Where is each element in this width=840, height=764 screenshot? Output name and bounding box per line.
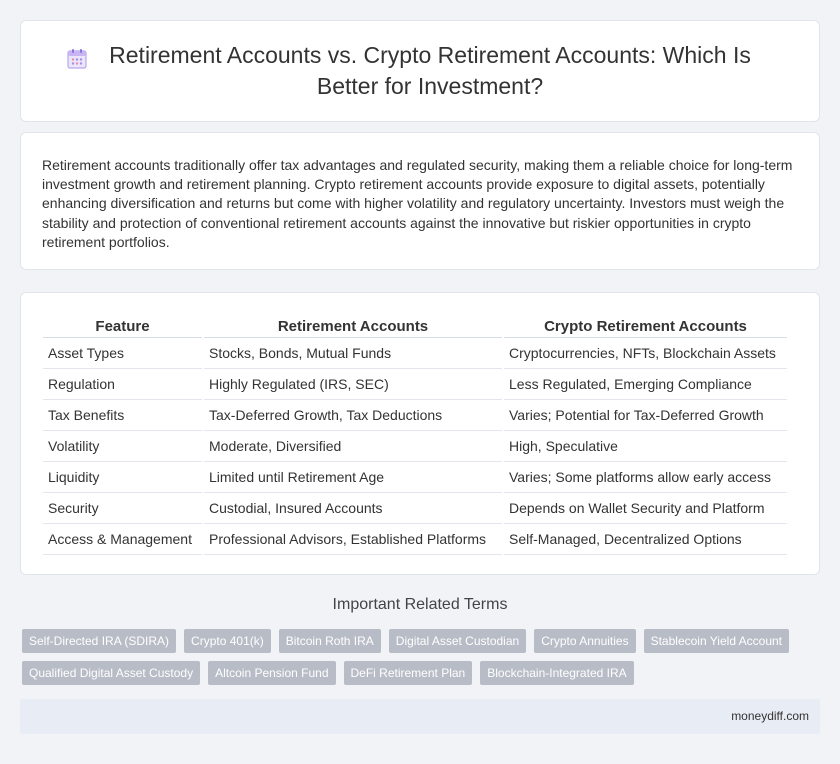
- crypto-cell: Varies; Some platforms allow early acces…: [502, 461, 787, 493]
- crypto-cell: Less Regulated, Emerging Compliance: [502, 368, 787, 400]
- term-tag[interactable]: DeFi Retirement Plan: [343, 661, 473, 685]
- crypto-cell: High, Speculative: [502, 430, 787, 462]
- term-tag[interactable]: Bitcoin Roth IRA: [278, 629, 381, 653]
- intro-card: Retirement accounts traditionally offer …: [20, 132, 820, 270]
- feature-cell: Regulation: [43, 368, 203, 400]
- feature-cell: Volatility: [43, 430, 203, 462]
- footer-bar: moneydiff.com: [20, 699, 820, 734]
- site-credit[interactable]: moneydiff.com: [731, 709, 809, 723]
- crypto-cell: Varies; Potential for Tax-Deferred Growt…: [502, 399, 787, 431]
- header-retirement-accounts: Retirement Accounts: [202, 317, 503, 338]
- term-tag[interactable]: Crypto 401(k): [184, 629, 271, 653]
- table-row: Security Custodial, Insured Accounts Dep…: [43, 492, 787, 524]
- term-tag[interactable]: Altcoin Pension Fund: [208, 661, 336, 685]
- feature-cell: Access & Management: [43, 523, 203, 555]
- term-tag[interactable]: Digital Asset Custodian: [388, 629, 527, 653]
- table-row: Regulation Highly Regulated (IRS, SEC) L…: [43, 368, 787, 400]
- intro-paragraph: Retirement accounts traditionally offer …: [42, 157, 793, 250]
- retirement-cell: Professional Advisors, Established Platf…: [202, 523, 503, 555]
- table-row: Liquidity Limited until Retirement Age V…: [43, 461, 787, 493]
- comparison-card: Feature Retirement Accounts Crypto Retir…: [20, 292, 820, 575]
- table-row: Asset Types Stocks, Bonds, Mutual Funds …: [43, 337, 787, 369]
- retirement-cell: Custodial, Insured Accounts: [202, 492, 503, 524]
- title-card: Retirement Accounts vs. Crypto Retiremen…: [20, 20, 820, 122]
- crypto-cell: Cryptocurrencies, NFTs, Blockchain Asset…: [502, 337, 787, 369]
- term-tag[interactable]: Stablecoin Yield Account: [643, 629, 790, 653]
- retirement-cell: Stocks, Bonds, Mutual Funds: [202, 337, 503, 369]
- table-row: Volatility Moderate, Diversified High, S…: [43, 430, 787, 462]
- table-header-row: Feature Retirement Accounts Crypto Retir…: [43, 317, 787, 338]
- table-row: Tax Benefits Tax-Deferred Growth, Tax De…: [43, 399, 787, 431]
- crypto-cell: Depends on Wallet Security and Platform: [502, 492, 787, 524]
- retirement-cell: Limited until Retirement Age: [202, 461, 503, 493]
- related-terms-heading: Important Related Terms: [332, 596, 508, 613]
- term-tag[interactable]: Self-Directed IRA (SDIRA): [22, 629, 177, 653]
- crypto-cell: Self-Managed, Decentralized Options: [502, 523, 787, 555]
- feature-cell: Asset Types: [43, 337, 203, 369]
- page-title: Retirement Accounts vs. Crypto Retiremen…: [109, 42, 751, 99]
- feature-cell: Liquidity: [43, 461, 203, 493]
- header-crypto-retirement-accounts: Crypto Retirement Accounts: [502, 317, 787, 338]
- header-feature: Feature: [43, 317, 203, 338]
- related-terms-list: Self-Directed IRA (SDIRA) Crypto 401(k) …: [22, 629, 802, 685]
- feature-cell: Tax Benefits: [43, 399, 203, 431]
- term-tag[interactable]: Crypto Annuities: [534, 629, 636, 653]
- table-row: Access & Management Professional Advisor…: [43, 523, 787, 555]
- term-tag[interactable]: Qualified Digital Asset Custody: [22, 661, 201, 685]
- comparison-table: Feature Retirement Accounts Crypto Retir…: [43, 317, 787, 555]
- retirement-cell: Tax-Deferred Growth, Tax Deductions: [202, 399, 503, 431]
- retirement-cell: Highly Regulated (IRS, SEC): [202, 368, 503, 400]
- feature-cell: Security: [43, 492, 203, 524]
- retirement-cell: Moderate, Diversified: [202, 430, 503, 462]
- term-tag[interactable]: Blockchain-Integrated IRA: [480, 661, 634, 685]
